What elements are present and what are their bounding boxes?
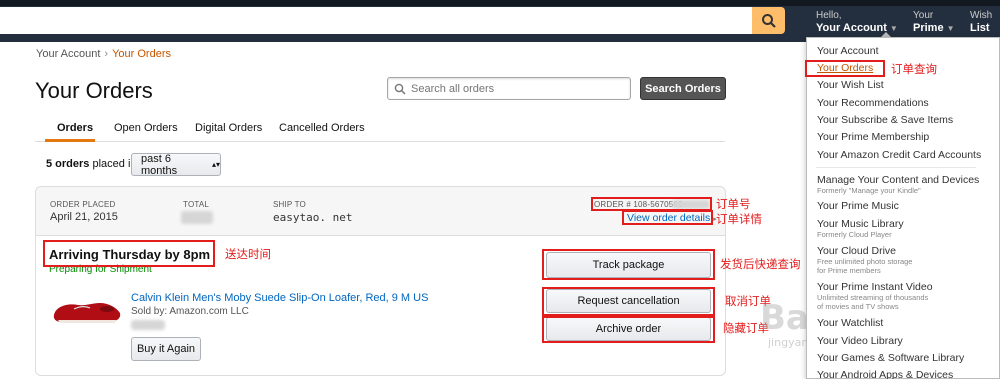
tab-cancelled-orders[interactable]: Cancelled Orders (279, 122, 365, 134)
chevron-down-icon: ▼ (946, 24, 955, 33)
breadcrumb-separator: › (104, 48, 109, 60)
prime-menu[interactable]: Your Prime ▼ (913, 9, 955, 35)
orders-count-suffix: placed in (92, 158, 137, 170)
tab-orders[interactable]: Orders (57, 122, 93, 134)
annotation-arrival: 送达时间 (225, 247, 271, 261)
active-tab-indicator (45, 139, 95, 142)
period-select[interactable]: past 6 months ▴▾ (131, 152, 221, 177)
wish-small-label: Wish (970, 10, 993, 21)
site-search-input[interactable] (0, 7, 752, 34)
dropdown-item-subscribe-save[interactable]: Your Subscribe & Save Items (817, 114, 953, 126)
dropdown-sub-music: Formerly Cloud Player (817, 230, 892, 239)
annotation-order-number: 订单号 (716, 197, 751, 211)
site-search-button[interactable] (752, 7, 785, 34)
annotation-box-archive (542, 316, 715, 343)
search-orders-button[interactable]: Search Orders (640, 77, 726, 100)
period-select-value: past 6 months (141, 152, 178, 177)
dropdown-divider (816, 167, 976, 168)
your-account-label: Your Account (816, 22, 887, 34)
order-placed-value: April 21, 2015 (50, 211, 118, 223)
dropdown-item-credit-card[interactable]: Your Amazon Credit Card Accounts (817, 149, 981, 161)
dropdown-sub-video: Unlimited streaming of thousands (817, 293, 929, 302)
annotation-box-arrival (43, 240, 215, 267)
annotation-box-your-orders (805, 60, 885, 77)
annotation-track: 发货后快递查询 (720, 257, 801, 271)
ship-to-label: SHIP TO (273, 200, 306, 209)
dropdown-sub-drive2: for Prime members (817, 266, 881, 275)
search-icon (394, 83, 406, 95)
dropdown-sub-video2: of movies and TV shows (817, 302, 899, 311)
total-redacted (181, 211, 213, 224)
order-tabs: Orders Open Orders Digital Orders Cancel… (35, 118, 725, 142)
chevron-updown-icon: ▴▾ (211, 160, 220, 169)
dropdown-item-games-software[interactable]: Your Games & Software Library (817, 352, 964, 364)
dropdown-item-android-apps[interactable]: Your Android Apps & Devices (817, 369, 953, 379)
orders-count-number: 5 orders (46, 158, 90, 170)
order-total-label: TOTAL (183, 200, 210, 209)
breadcrumb-root-link[interactable]: Your Account (36, 48, 100, 60)
dropdown-item-prime-video[interactable]: Your Prime Instant Video (817, 281, 933, 293)
annotation-box-order-details (622, 210, 713, 225)
annotation-order-details: 订单详情 (716, 212, 762, 226)
annotation-your-orders: 订单查询 (891, 62, 937, 76)
orders-search-box[interactable] (387, 77, 631, 100)
prime-small-label: Your (913, 10, 934, 21)
tab-digital-orders[interactable]: Digital Orders (195, 122, 262, 134)
breadcrumb: Your Account › Your Orders (36, 48, 171, 60)
dropdown-item-prime-music[interactable]: Your Prime Music (817, 200, 899, 212)
sold-by-text: Sold by: Amazon.com LLC (131, 306, 249, 317)
dropdown-sub-drive: Free unlimited photo storage (817, 257, 913, 266)
greeting-text: Hello, (816, 10, 842, 21)
top-strip (0, 0, 1000, 6)
dropdown-item-content-devices[interactable]: Manage Your Content and Devices (817, 174, 979, 186)
page-title: Your Orders (35, 78, 153, 103)
dropdown-item-your-account[interactable]: Your Account (817, 45, 879, 57)
wish-big-label: List (970, 22, 990, 34)
dropdown-item-video-library[interactable]: Your Video Library (817, 335, 903, 347)
orders-search-input[interactable] (411, 82, 611, 95)
dropdown-item-recommendations[interactable]: Your Recommendations (817, 97, 929, 109)
buy-again-button[interactable]: Buy it Again (131, 337, 201, 361)
annotation-box-track (542, 249, 715, 280)
product-image[interactable] (52, 291, 122, 327)
dropdown-item-cloud-drive[interactable]: Your Cloud Drive (817, 245, 896, 257)
tab-open-orders[interactable]: Open Orders (114, 122, 178, 134)
product-title-link[interactable]: Calvin Klein Men's Moby Suede Slip-On Lo… (131, 292, 428, 304)
ship-to-value[interactable]: easytao. net (273, 211, 352, 224)
breadcrumb-current[interactable]: Your Orders (112, 48, 171, 60)
dropdown-sub-content: Formerly "Manage your Kindle" (817, 186, 921, 195)
order-placed-label: ORDER PLACED (50, 200, 116, 209)
search-icon (761, 13, 776, 28)
dropdown-item-prime-membership[interactable]: Your Prime Membership (817, 131, 929, 143)
dropdown-item-wish-list[interactable]: Your Wish List (817, 79, 884, 91)
annotation-box-cancel (542, 287, 715, 316)
annotation-box-order-number (591, 197, 712, 211)
orders-count: 5 orders placed in (46, 158, 137, 170)
dropdown-item-music-library[interactable]: Your Music Library (817, 218, 904, 230)
price-redacted (131, 320, 165, 330)
prime-big-label: Prime (913, 22, 944, 34)
dropdown-item-watchlist[interactable]: Your Watchlist (817, 317, 883, 329)
